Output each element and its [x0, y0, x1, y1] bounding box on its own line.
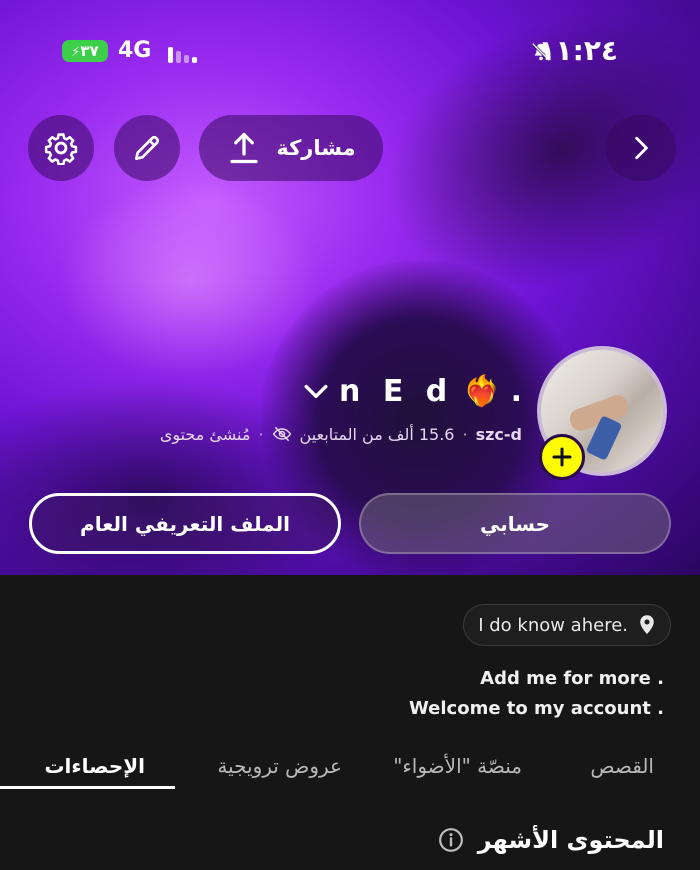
settings-button[interactable]	[28, 115, 94, 181]
upload-icon	[230, 132, 259, 164]
section-header: المحتوى الأشهر	[438, 826, 664, 854]
my-account-button[interactable]: حسابي	[359, 493, 671, 554]
tab-insights[interactable]: الإحصاءات	[44, 754, 145, 778]
display-name[interactable]: n E d ❤️‍🔥 .	[303, 374, 522, 409]
chevron-down-icon	[304, 384, 328, 398]
public-profile-button[interactable]: الملف التعريفي العام	[29, 493, 341, 554]
section-title: المحتوى الأشهر	[477, 826, 664, 854]
location-pin-icon	[640, 615, 654, 634]
separator-dot: ·	[462, 424, 468, 444]
share-button[interactable]: مشاركة	[199, 115, 383, 181]
gear-icon	[44, 133, 78, 165]
display-name-text: n E d	[339, 374, 454, 409]
creator-role: مُنشئ محتوى	[159, 424, 251, 444]
username: szc-d	[475, 424, 522, 444]
plus-icon	[552, 447, 572, 467]
bio-line-2: Welcome to my account .	[408, 698, 664, 719]
tab-spotlight[interactable]: منصّة "الأضواء"	[393, 754, 522, 778]
profile-subline: szc-d · 15.6 ألف من المتابعين · مُنشئ مح…	[160, 424, 522, 444]
active-tab-indicator	[0, 786, 175, 789]
share-button-label: مشاركة	[276, 136, 356, 160]
location-chip[interactable]: I do know ahere.	[463, 604, 671, 646]
info-icon[interactable]	[438, 827, 464, 853]
signal-bars-icon	[166, 41, 206, 63]
display-name-suffix: .	[510, 374, 522, 409]
follower-count: 15.6 ألف من المتابعين	[299, 424, 455, 444]
add-story-button[interactable]	[539, 434, 585, 480]
profile-tabs: القصص منصّة "الأضواء" عروض ترويجية الإحص…	[0, 748, 700, 792]
tab-promotions[interactable]: عروض ترويجية	[217, 754, 342, 778]
network-type: 4G	[118, 38, 152, 63]
location-text: I do know ahere.	[478, 614, 628, 636]
clock: ١١:٢٤	[538, 34, 618, 67]
separator-dot: ·	[258, 424, 264, 444]
tab-stories[interactable]: القصص	[590, 754, 654, 778]
pencil-icon	[135, 135, 160, 160]
edit-profile-button[interactable]	[114, 115, 180, 181]
chevron-right-icon	[635, 136, 648, 160]
public-profile-label: الملف التعريفي العام	[80, 511, 290, 536]
back-button[interactable]	[606, 115, 676, 181]
profile-header-background	[0, 0, 700, 575]
status-bar: ⚡٣٧ 4G ١١:٢٤	[0, 28, 700, 74]
fire-heart-emoji: ❤️‍🔥	[463, 374, 501, 409]
eye-off-icon	[272, 426, 291, 442]
bio-line-1: Add me for more .	[480, 668, 664, 689]
bio: Add me for more . Welcome to my account …	[409, 664, 664, 724]
my-account-label: حسابي	[479, 511, 551, 536]
battery-indicator: ⚡٣٧	[62, 40, 108, 62]
